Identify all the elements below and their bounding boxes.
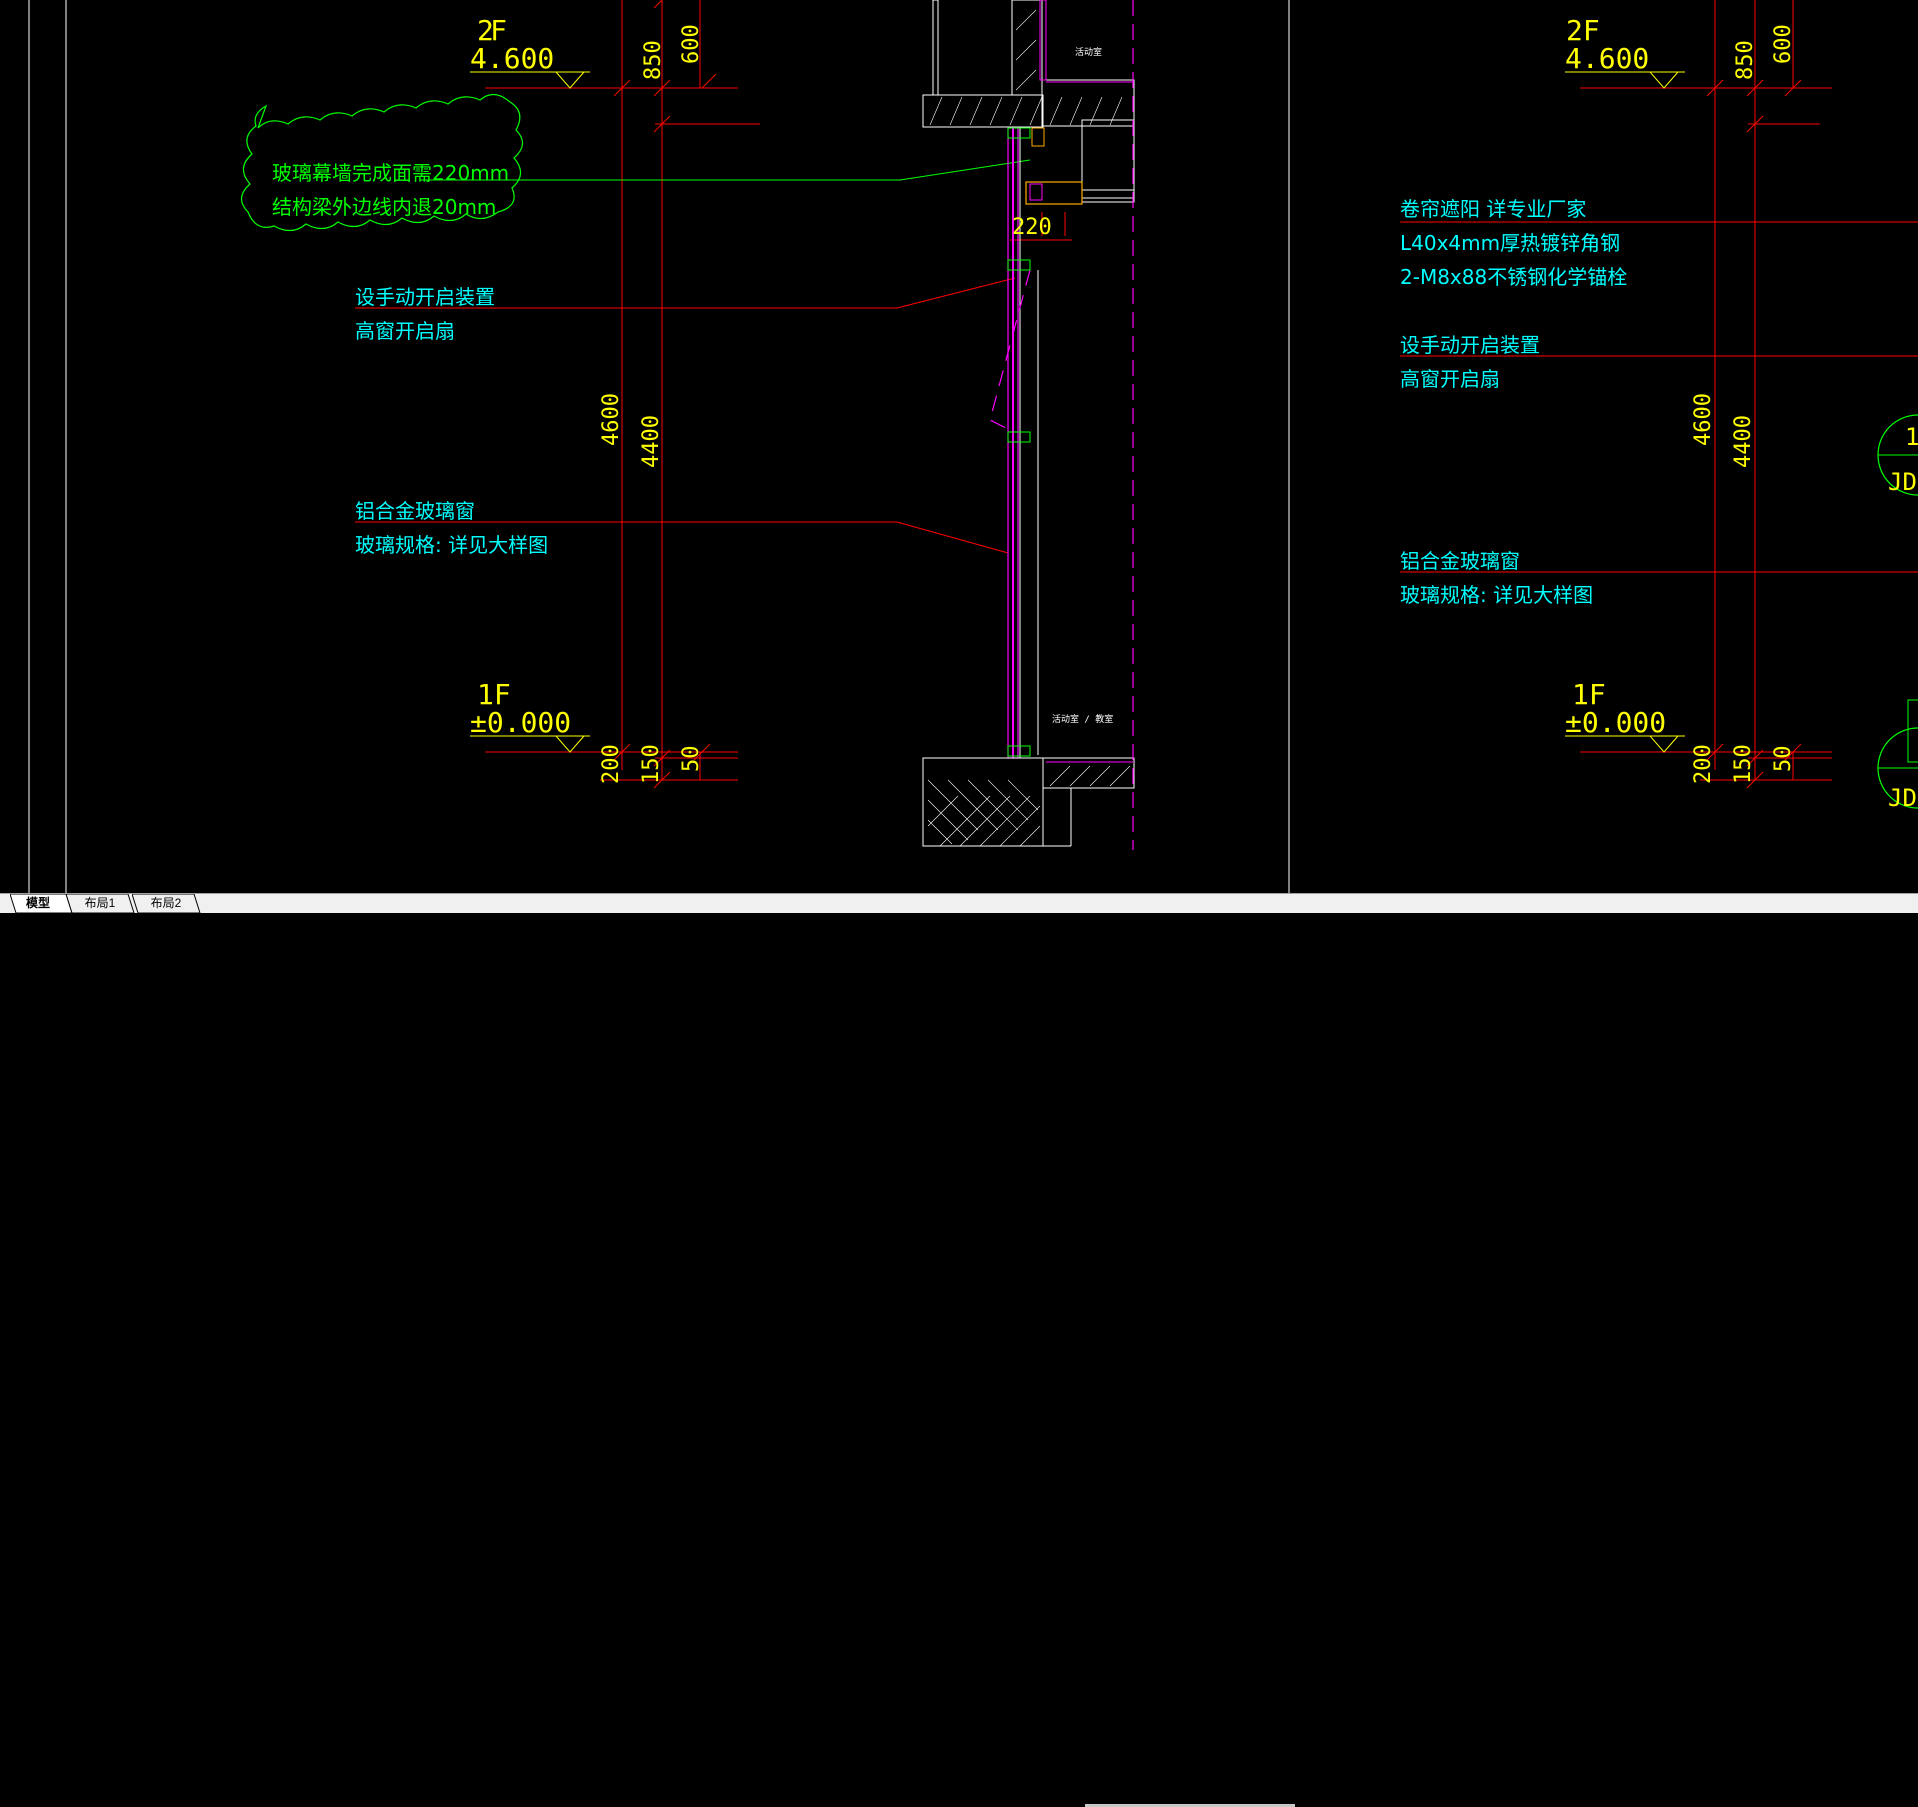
dim-150: 150 — [1731, 744, 1756, 784]
note-window-line1: 铝合金玻璃窗 — [1400, 549, 1520, 573]
layout-tab-bar: 模型 布局1 布局2 — [0, 893, 1918, 1807]
dim-4600: 4600 — [1691, 393, 1716, 446]
note-handle-line2: 高窗开启扇 — [355, 319, 455, 343]
cad-model-space[interactable]: 活动室 活动室 / 教室 2F 4.600 1F ±0.000 850 600 … — [0, 0, 1918, 893]
tab-layout1[interactable]: 布局1 — [66, 894, 135, 914]
tab-label: 布局2 — [150, 896, 182, 910]
cloud-note-line2: 结构梁外边线内退20mm — [272, 195, 496, 219]
dim-4400: 4400 — [639, 415, 664, 468]
level-elevation-2f: 4.600 — [470, 42, 554, 75]
tab-layout2[interactable]: 布局2 — [132, 894, 201, 914]
callout-ref: JD — [1888, 784, 1917, 812]
level-elevation-2f: 4.600 — [1565, 42, 1649, 75]
dim-600: 600 — [1771, 24, 1796, 64]
dim-4600: 4600 — [599, 393, 624, 446]
dim-850: 850 — [1733, 40, 1758, 80]
note-window-line1: 铝合金玻璃窗 — [355, 499, 475, 523]
level-elevation-1f: ±0.000 — [470, 706, 571, 739]
dim-200: 200 — [1691, 744, 1716, 784]
note-blind-line1: 卷帘遮阳 详专业厂家 — [1400, 197, 1586, 221]
note-window-line2: 玻璃规格: 详见大样图 — [1400, 583, 1593, 607]
note-blind-line3: 2-M8x88不锈钢化学锚栓 — [1400, 265, 1627, 289]
room-label: 活动室 / 教室 — [1052, 713, 1113, 725]
tab-label: 模型 — [25, 896, 50, 910]
callout-ref: JD — [1888, 468, 1917, 496]
note-handle-line1: 设手动开启装置 — [1400, 333, 1540, 357]
note-window-line2: 玻璃规格: 详见大样图 — [355, 533, 548, 557]
dim-850: 850 — [641, 40, 666, 80]
tab-label: 布局1 — [84, 896, 116, 910]
dim-4400: 4400 — [1731, 415, 1756, 468]
dim-220: 220 — [1012, 215, 1052, 240]
callout-number: 1 — [1905, 423, 1918, 451]
cloud-note-line1: 玻璃幕墙完成面需220mm — [272, 161, 509, 185]
dim-600: 600 — [679, 24, 704, 64]
room-label: 活动室 — [1075, 46, 1102, 58]
dim-200: 200 — [599, 744, 624, 784]
level-elevation-1f: ±0.000 — [1565, 706, 1666, 739]
dim-150: 150 — [639, 744, 664, 784]
dim-50: 50 — [679, 746, 704, 773]
note-handle-line2: 高窗开启扇 — [1400, 367, 1500, 391]
dim-50: 50 — [1771, 746, 1796, 773]
tab-model[interactable]: 模型 — [10, 894, 73, 914]
note-blind-line2: L40x4mm厚热镀锌角钢 — [1400, 231, 1620, 255]
note-handle-line1: 设手动开启装置 — [355, 285, 495, 309]
